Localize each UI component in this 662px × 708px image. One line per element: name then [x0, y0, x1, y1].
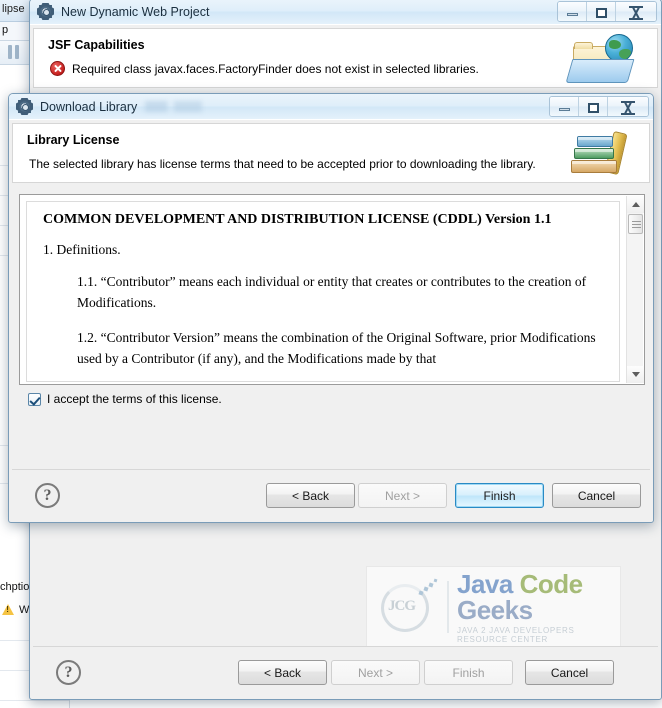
accept-license-row[interactable]: I accept the terms of this license.	[28, 392, 222, 406]
watermark-divider	[447, 581, 449, 633]
license-section-1: 1. Definitions.	[43, 242, 121, 257]
gear-icon	[37, 3, 54, 20]
help-button[interactable]: ?	[35, 483, 60, 508]
finish-button[interactable]: Finish	[455, 483, 544, 508]
scroll-down-icon[interactable]	[627, 366, 644, 383]
front-dialog-header-message: The selected library has license terms t…	[29, 157, 536, 171]
finish-button-label: Finish	[452, 665, 485, 680]
front-dialog-titlebar[interactable]: Download Library	[9, 94, 653, 120]
jcg-logo-icon: JCG	[373, 576, 445, 638]
problems-view-tab[interactable]: chptio	[0, 581, 29, 593]
back-dialog-header-message: Required class javax.faces.FactoryFinder…	[72, 62, 479, 76]
warning-icon	[2, 603, 15, 616]
front-dialog-button-bar: ? < Back Next > Finish Cancel	[12, 469, 650, 522]
back-button-label: < Back	[263, 665, 302, 680]
back-dialog-titlebar[interactable]: New Dynamic Web Project	[30, 0, 661, 25]
back-dialog-header: JSF Capabilities Required class javax.fa…	[33, 28, 658, 88]
scroll-up-icon[interactable]	[627, 196, 644, 213]
back-dialog-title: New Dynamic Web Project	[61, 4, 210, 19]
back-dialog-window-controls[interactable]	[557, 1, 657, 22]
eclipse-menu-fragment: p	[2, 24, 9, 36]
finish-button: Finish	[424, 660, 513, 685]
blurred-title-suffix	[145, 101, 224, 112]
watermark-title: Java Code Geeks	[457, 571, 620, 623]
front-dialog-header: Library License The selected library has…	[12, 123, 650, 183]
maximize-icon[interactable]	[579, 97, 608, 116]
front-dialog-header-title: Library License	[27, 133, 120, 147]
license-clause-1-2: 1.2. “Contributor Version” means the com…	[77, 329, 596, 366]
license-text-content: COMMON DEVELOPMENT AND DISTRIBUTION LICE…	[26, 201, 620, 382]
pause-icon[interactable]	[8, 45, 20, 59]
close-icon[interactable]	[608, 97, 648, 116]
license-text-box[interactable]: COMMON DEVELOPMENT AND DISTRIBUTION LICE…	[19, 194, 645, 385]
next-button-label: Next >	[357, 665, 393, 680]
accept-license-label: I accept the terms of this license.	[47, 392, 222, 406]
cancel-button[interactable]: Cancel	[552, 483, 641, 508]
license-scrollbar[interactable]	[626, 196, 644, 383]
help-button[interactable]: ?	[56, 660, 81, 685]
cancel-button-label: Cancel	[550, 665, 589, 680]
back-dialog-button-bar: ? < Back Next > Finish Cancel	[33, 646, 658, 699]
next-button: Next >	[331, 660, 420, 685]
eclipse-title-fragment: lipse	[2, 3, 25, 15]
accept-license-checkbox[interactable]	[28, 392, 41, 406]
folder-globe-icon	[565, 33, 643, 87]
minimize-icon[interactable]	[558, 2, 587, 21]
back-button[interactable]: < Back	[238, 660, 327, 685]
panel-divider	[0, 700, 69, 701]
license-clause-1-1: 1.1. “Contributor” means each individual…	[77, 274, 587, 310]
gear-icon	[16, 98, 33, 115]
next-button-label: Next >	[384, 488, 420, 503]
back-button[interactable]: < Back	[266, 483, 355, 508]
maximize-icon[interactable]	[587, 2, 616, 21]
watermark-tagline: JAVA 2 JAVA DEVELOPERS RESOURCE CENTER	[457, 625, 575, 644]
front-dialog-title: Download Library	[40, 99, 138, 114]
cancel-button-label: Cancel	[577, 488, 616, 503]
watermark-word-geeks: Geeks	[457, 594, 533, 625]
scrollbar-thumb[interactable]	[628, 214, 643, 234]
license-heading: COMMON DEVELOPMENT AND DISTRIBUTION LICE…	[43, 212, 552, 227]
front-dialog-window-controls[interactable]	[549, 96, 649, 117]
cancel-button[interactable]: Cancel	[525, 660, 614, 685]
back-button-label: < Back	[291, 488, 330, 503]
error-icon	[50, 61, 65, 76]
next-button: Next >	[358, 483, 447, 508]
close-icon[interactable]	[616, 2, 656, 21]
minimize-icon[interactable]	[550, 97, 579, 116]
java-code-geeks-watermark: JCG Java Code Geeks JAVA 2 JAVA DEVELOPE…	[366, 566, 621, 648]
download-library-dialog[interactable]: Download Library Library License The sel…	[8, 93, 654, 523]
finish-button-label: Finish	[483, 488, 516, 503]
back-dialog-header-title: JSF Capabilities	[48, 38, 145, 52]
jcg-monogram: JCG	[388, 598, 416, 614]
books-icon	[569, 130, 641, 180]
